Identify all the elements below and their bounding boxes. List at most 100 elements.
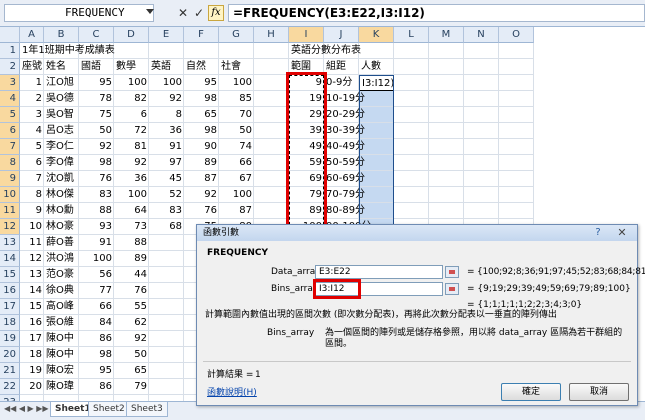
score-cell[interactable]: 73 (114, 219, 149, 235)
score-cell[interactable]: 89 (114, 251, 149, 267)
collapse-dialog-icon[interactable] (445, 266, 459, 278)
cell[interactable] (499, 43, 534, 59)
score-cell[interactable]: 62 (114, 315, 149, 331)
score-cell[interactable]: 100 (114, 75, 149, 91)
score-cell[interactable]: 95 (79, 75, 114, 91)
cell[interactable] (254, 59, 289, 75)
range-cell[interactable]: 30-39分 (324, 123, 365, 139)
score-cell[interactable]: 92 (184, 187, 219, 203)
cell[interactable] (114, 43, 149, 59)
score-cell[interactable]: 87 (184, 171, 219, 187)
column-header-E[interactable]: E (149, 27, 184, 43)
score-cell[interactable]: 19 (20, 363, 44, 379)
ok-button[interactable]: 確定 (501, 383, 561, 401)
score-cell[interactable]: 76 (114, 283, 149, 299)
cell[interactable] (254, 139, 289, 155)
cell[interactable] (499, 155, 534, 171)
score-cell[interactable]: 85 (219, 91, 254, 107)
row-header-11[interactable]: 11 (0, 203, 20, 219)
cell[interactable] (254, 123, 289, 139)
score-cell[interactable]: 92 (114, 155, 149, 171)
name-cell[interactable]: 陳O中 (44, 347, 79, 363)
score-cell[interactable]: 88 (79, 203, 114, 219)
tab-sheet3[interactable]: Sheet3 (126, 402, 168, 417)
score-cell[interactable]: 50 (79, 123, 114, 139)
score-cell[interactable]: 77 (79, 283, 114, 299)
row-header-6[interactable]: 6 (0, 123, 20, 139)
score-cell[interactable]: 84 (79, 315, 114, 331)
score-cell[interactable]: 100 (219, 187, 254, 203)
cell[interactable] (464, 139, 499, 155)
range-cell[interactable]: 70-79分 (324, 187, 365, 203)
score-cell[interactable]: 44 (114, 267, 149, 283)
column-header-J[interactable]: J (324, 27, 359, 43)
cell[interactable] (149, 235, 184, 251)
cell[interactable] (394, 43, 429, 59)
cell[interactable] (149, 251, 184, 267)
tab-sheet2[interactable]: Sheet2 (88, 402, 130, 417)
cell[interactable] (219, 43, 254, 59)
row-header-14[interactable]: 14 (0, 251, 20, 267)
score-cell[interactable]: 91 (79, 235, 114, 251)
score-cell[interactable]: 91 (149, 139, 184, 155)
cell[interactable] (464, 123, 499, 139)
score-cell[interactable]: 5 (20, 139, 44, 155)
score-cell[interactable]: 15 (20, 299, 44, 315)
score-cell[interactable]: 65 (114, 363, 149, 379)
cell[interactable] (394, 107, 429, 123)
score-cell[interactable]: 92 (149, 91, 184, 107)
column-header-D[interactable]: D (114, 27, 149, 43)
enter-icon[interactable]: ✓ (192, 6, 206, 20)
score-cell[interactable]: 76 (79, 171, 114, 187)
cell[interactable] (394, 203, 429, 219)
score-cell[interactable]: 50 (114, 347, 149, 363)
cell[interactable] (499, 91, 534, 107)
score-cell[interactable]: 3 (20, 107, 44, 123)
score-cell[interactable]: 11 (20, 235, 44, 251)
score-cell[interactable]: 83 (149, 203, 184, 219)
score-cell[interactable]: 74 (219, 139, 254, 155)
chevron-down-icon[interactable] (146, 9, 154, 14)
cell[interactable] (429, 107, 464, 123)
row-header-9[interactable]: 9 (0, 171, 20, 187)
score-cell[interactable]: 98 (184, 123, 219, 139)
score-cell[interactable]: 68 (149, 219, 184, 235)
cell[interactable] (254, 203, 289, 219)
cell[interactable] (499, 123, 534, 139)
score-cell[interactable]: 7 (20, 171, 44, 187)
insert-function-icon[interactable]: fx (208, 5, 224, 21)
row-header-8[interactable]: 8 (0, 155, 20, 171)
cell[interactable] (499, 107, 534, 123)
score-cell[interactable]: 79 (114, 379, 149, 395)
cell[interactable] (429, 203, 464, 219)
score-cell[interactable]: 98 (184, 91, 219, 107)
cell[interactable] (394, 91, 429, 107)
score-cell[interactable]: 66 (219, 155, 254, 171)
score-cell[interactable]: 95 (79, 363, 114, 379)
cell[interactable] (254, 75, 289, 91)
score-cell[interactable]: 93 (79, 219, 114, 235)
name-cell[interactable]: 林O豪 (44, 219, 79, 235)
score-cell[interactable]: 8 (20, 187, 44, 203)
cell[interactable] (429, 155, 464, 171)
cell[interactable] (254, 107, 289, 123)
cell[interactable] (429, 75, 464, 91)
score-cell[interactable]: 17 (20, 331, 44, 347)
cell[interactable] (464, 171, 499, 187)
cell[interactable] (254, 43, 289, 59)
score-cell[interactable]: 18 (20, 347, 44, 363)
cell[interactable] (149, 299, 184, 315)
column-header-G[interactable]: G (219, 27, 254, 43)
cell[interactable] (149, 379, 184, 395)
column-header-K[interactable]: K (359, 27, 394, 43)
score-cell[interactable]: 82 (114, 91, 149, 107)
score-cell[interactable]: 45 (149, 171, 184, 187)
header-cell[interactable]: 自然 (184, 59, 219, 75)
name-cell[interactable]: 江O旭 (44, 75, 79, 91)
row-header-16[interactable]: 16 (0, 283, 20, 299)
cell[interactable] (429, 59, 464, 75)
score-cell[interactable]: 90 (184, 139, 219, 155)
cell[interactable] (394, 171, 429, 187)
column-header-I[interactable]: I (289, 27, 324, 43)
cell[interactable] (149, 267, 184, 283)
